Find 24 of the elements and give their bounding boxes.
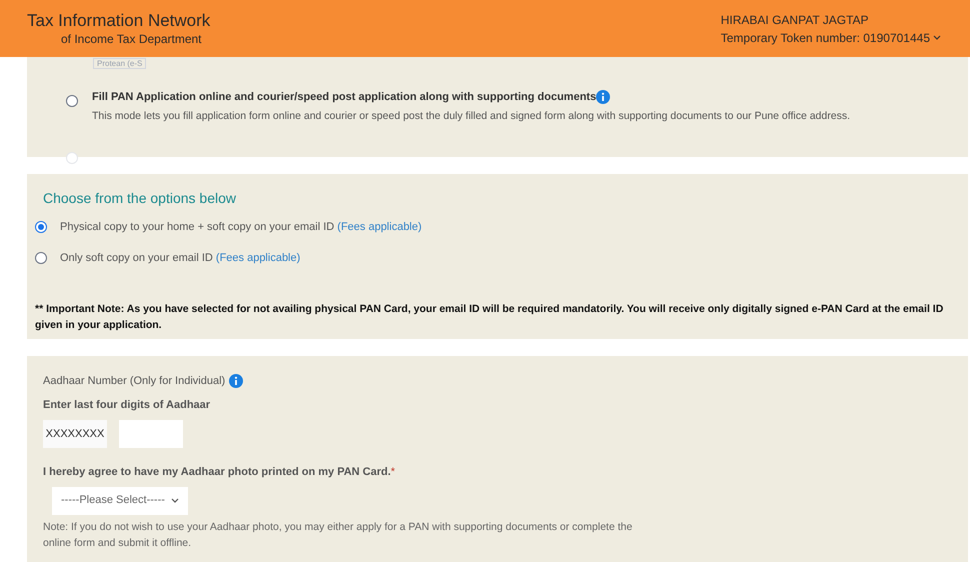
site-title: Tax Information Network bbox=[27, 10, 210, 32]
important-note: ** Important Note: As you have selected for not availing physical PAN Card, your email ID will be required mandatorily. You will receive only digitally signed e-PAN Card at the email ID given in your application. bbox=[35, 302, 944, 333]
option-title: Fill PAN Application online and courier/speed post application along with supporting documents bbox=[92, 90, 596, 105]
chevron-down-icon bbox=[171, 498, 179, 504]
masked-aadhaar-field[interactable]: XXXXXXXX bbox=[43, 420, 107, 448]
aadhaar-label: Aadhaar Number (Only for Individual) bbox=[43, 374, 226, 389]
digits-label: Enter last four digits of Aadhaar bbox=[43, 398, 212, 412]
token-number: Temporary Token number: 0190701445 bbox=[720, 30, 930, 46]
radio-button[interactable] bbox=[35, 221, 47, 234]
photo-question: I hereby agree to have my Aadhaar photo printed on my PAN Card.* bbox=[43, 465, 396, 480]
radio-button[interactable] bbox=[35, 252, 47, 264]
section-heading: Choose from the options below bbox=[43, 189, 237, 208]
info-icon[interactable] bbox=[229, 374, 244, 388]
option-description: This mode lets you fill application form online and courier or speed post the duly filled and signed form along with supporting documents to our Pune office address. bbox=[92, 108, 850, 124]
radio-button[interactable] bbox=[66, 95, 78, 107]
user-name: HIRABAI GANPAT JAGTAP bbox=[720, 12, 870, 28]
option-label: Only soft copy on your email ID (Fees applicable) bbox=[60, 250, 300, 266]
aadhaar-digits-field[interactable] bbox=[119, 420, 183, 448]
photo-select[interactable]: -----Please Select----- bbox=[52, 486, 188, 514]
option-label: Physical copy to your home + soft copy on your email ID (Fees applicable) bbox=[60, 220, 422, 235]
photo-note: Note: If you do not wish to use your Aadhaar photo, you may either apply for a PAN with supporting documents or complete the online form and submit it offline. bbox=[43, 520, 634, 550]
chevron-down-icon[interactable] bbox=[933, 34, 941, 40]
info-icon[interactable] bbox=[596, 90, 610, 104]
site-subtitle: of Income Tax Department bbox=[60, 32, 203, 47]
